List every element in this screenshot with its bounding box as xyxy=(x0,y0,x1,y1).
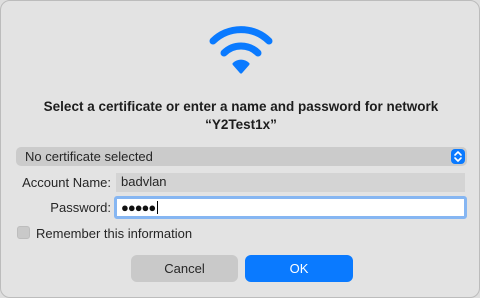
wifi-auth-dialog: Select a certificate or enter a name and… xyxy=(0,0,480,298)
password-label: Password: xyxy=(50,200,111,215)
wifi-icon xyxy=(209,26,273,74)
dialog-title: Select a certificate or enter a name and… xyxy=(1,98,480,134)
password-masked-value: ●●●●● xyxy=(121,200,156,215)
remember-checkbox[interactable] xyxy=(17,226,30,239)
dialog-title-line1: Select a certificate or enter a name and… xyxy=(43,99,439,114)
dialog-title-network: “Y2Test1x” xyxy=(205,117,277,132)
certificate-select-value: No certificate selected xyxy=(25,149,153,164)
account-name-field[interactable]: badvlan xyxy=(116,173,465,192)
certificate-select[interactable]: No certificate selected xyxy=(16,147,467,166)
text-caret xyxy=(157,201,159,214)
ok-button[interactable]: OK xyxy=(245,255,353,282)
password-input[interactable]: ●●●●● xyxy=(118,200,463,215)
password-field[interactable]: ●●●●● xyxy=(114,196,467,219)
select-stepper-icon xyxy=(451,149,465,164)
cancel-button[interactable]: Cancel xyxy=(131,255,238,282)
remember-label[interactable]: Remember this information xyxy=(36,225,192,242)
account-name-label: Account Name: xyxy=(22,175,111,190)
